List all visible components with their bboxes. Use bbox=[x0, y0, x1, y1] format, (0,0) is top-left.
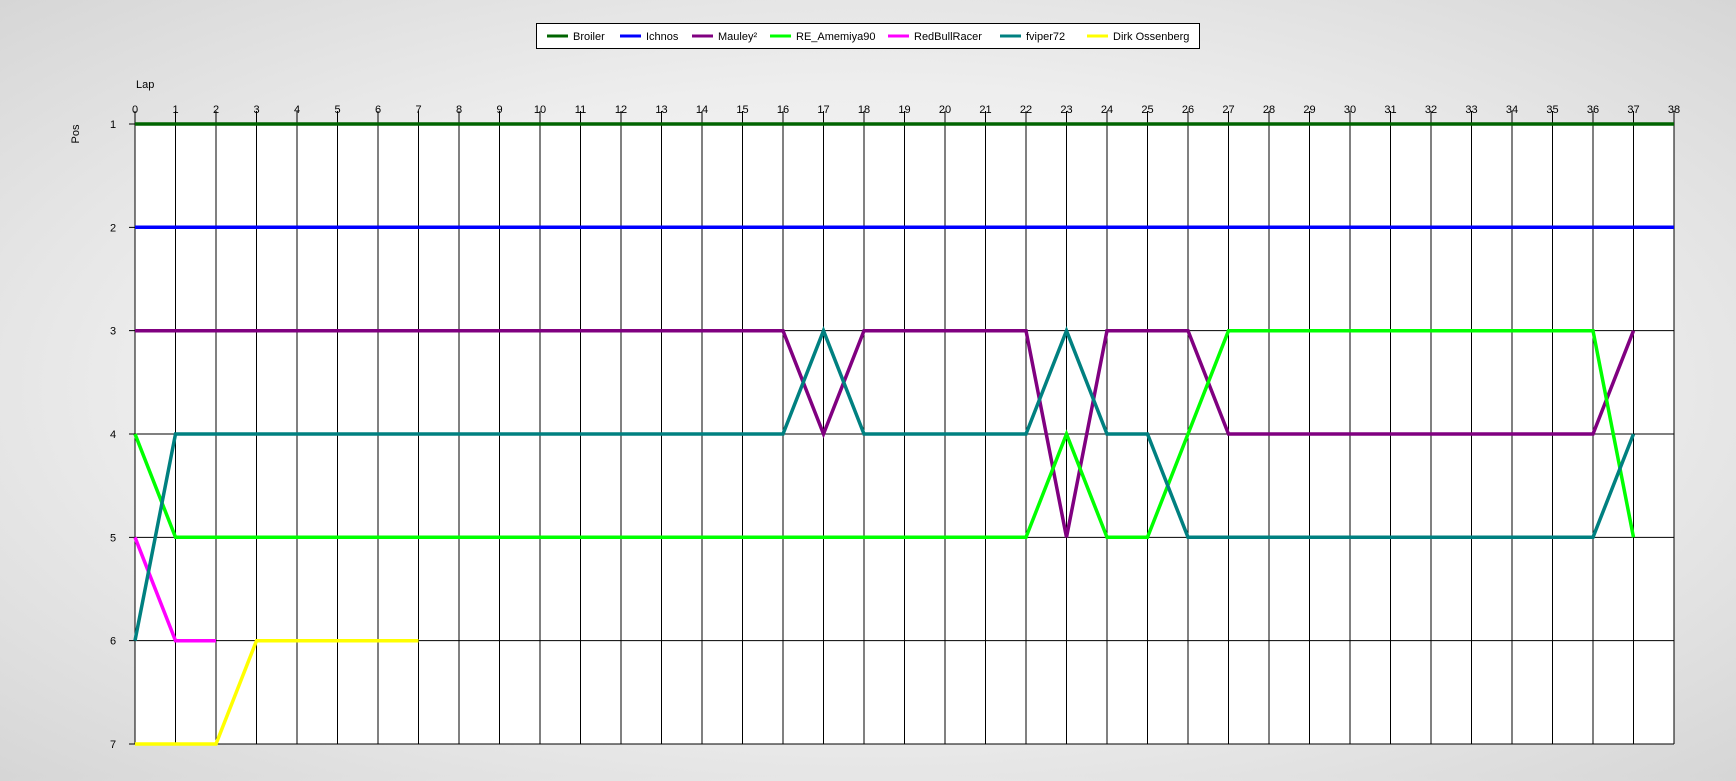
x-tick-label: 31 bbox=[1384, 104, 1396, 116]
legend-label: Dirk Ossenberg bbox=[1113, 31, 1189, 43]
x-tick-label: 13 bbox=[655, 104, 667, 116]
x-tick-label: 14 bbox=[696, 104, 708, 116]
x-tick-label: 8 bbox=[456, 104, 462, 116]
x-tick-label: 20 bbox=[939, 104, 951, 116]
x-tick-label: 38 bbox=[1668, 104, 1680, 116]
y-axis-label: Pos bbox=[70, 124, 82, 143]
x-tick-label: 36 bbox=[1587, 104, 1599, 116]
x-tick-label: 35 bbox=[1546, 104, 1558, 116]
y-tick-label: 7 bbox=[110, 739, 116, 751]
x-tick-label: 30 bbox=[1344, 104, 1356, 116]
x-tick-label: 21 bbox=[979, 104, 991, 116]
x-tick-label: 7 bbox=[415, 104, 421, 116]
x-tick-label: 10 bbox=[534, 104, 546, 116]
y-tick-label: 3 bbox=[110, 326, 116, 338]
x-tick-label: 1 bbox=[172, 104, 178, 116]
x-tick-label: 9 bbox=[496, 104, 502, 116]
x-tick-label: 12 bbox=[615, 104, 627, 116]
legend-label: RE_Amemiya90 bbox=[796, 31, 875, 43]
x-tick-label: 2 bbox=[213, 104, 219, 116]
lap-chart: 0 1 2 3 4 5 6 7 8 9 10 11 12 13 14 15 16 17 18 19 20 21 22 23 24… bbox=[0, 0, 1736, 776]
x-tick-label: 16 bbox=[777, 104, 789, 116]
lap-position-chart: 0 1 2 3 4 5 6 7 8 9 10 11 12 13 14 15 16 17 18 19 20 21 22 23 24… bbox=[70, 23, 1680, 751]
legend-label: Broiler bbox=[573, 31, 605, 43]
x-tick-label: 6 bbox=[375, 104, 381, 116]
x-tick-label: 5 bbox=[334, 104, 340, 116]
x-tick-label: 15 bbox=[736, 104, 748, 116]
x-tick-label: 3 bbox=[253, 104, 259, 116]
legend-label: RedBullRacer bbox=[914, 31, 982, 43]
x-tick-label: 24 bbox=[1101, 104, 1113, 116]
legend-label: Mauley² bbox=[718, 31, 757, 43]
legend-label: fviper72 bbox=[1026, 31, 1065, 43]
x-tick-label: 37 bbox=[1627, 104, 1639, 116]
y-tick-label: 2 bbox=[110, 222, 116, 234]
y-tick-labels: 1 2 3 4 5 6 7 bbox=[110, 119, 116, 751]
x-tick-label: 0 bbox=[132, 104, 138, 116]
x-tick-label: 26 bbox=[1182, 104, 1194, 116]
x-tick-label: 28 bbox=[1263, 104, 1275, 116]
y-tick-label: 5 bbox=[110, 532, 116, 544]
x-tick-label: 34 bbox=[1506, 104, 1518, 116]
x-tick-label: 22 bbox=[1020, 104, 1032, 116]
x-axis-label: Lap bbox=[136, 79, 154, 91]
y-tick-label: 1 bbox=[110, 119, 116, 131]
y-tick-label: 4 bbox=[110, 429, 116, 441]
legend-label: Ichnos bbox=[646, 31, 679, 43]
x-tick-label: 4 bbox=[294, 104, 300, 116]
x-tick-label: 25 bbox=[1141, 104, 1153, 116]
x-tick-label: 19 bbox=[898, 104, 910, 116]
x-tick-label: 27 bbox=[1222, 104, 1234, 116]
x-tick-label: 17 bbox=[817, 104, 829, 116]
legend: Broiler Ichnos Mauley² RE_Amemiya90 RedBullR… bbox=[536, 23, 1200, 49]
x-tick-labels: 0 1 2 3 4 5 6 7 8 9 10 11 12 13 14 15 16 17 18 19 20 21 22 23 24… bbox=[132, 104, 1680, 116]
x-tick-label: 23 bbox=[1060, 104, 1072, 116]
x-tick-label: 18 bbox=[858, 104, 870, 116]
x-tick-label: 32 bbox=[1425, 104, 1437, 116]
x-tick-label: 11 bbox=[575, 104, 586, 116]
x-tick-label: 33 bbox=[1465, 104, 1477, 116]
x-tick-label: 29 bbox=[1303, 104, 1315, 116]
y-tick-label: 6 bbox=[110, 636, 116, 648]
